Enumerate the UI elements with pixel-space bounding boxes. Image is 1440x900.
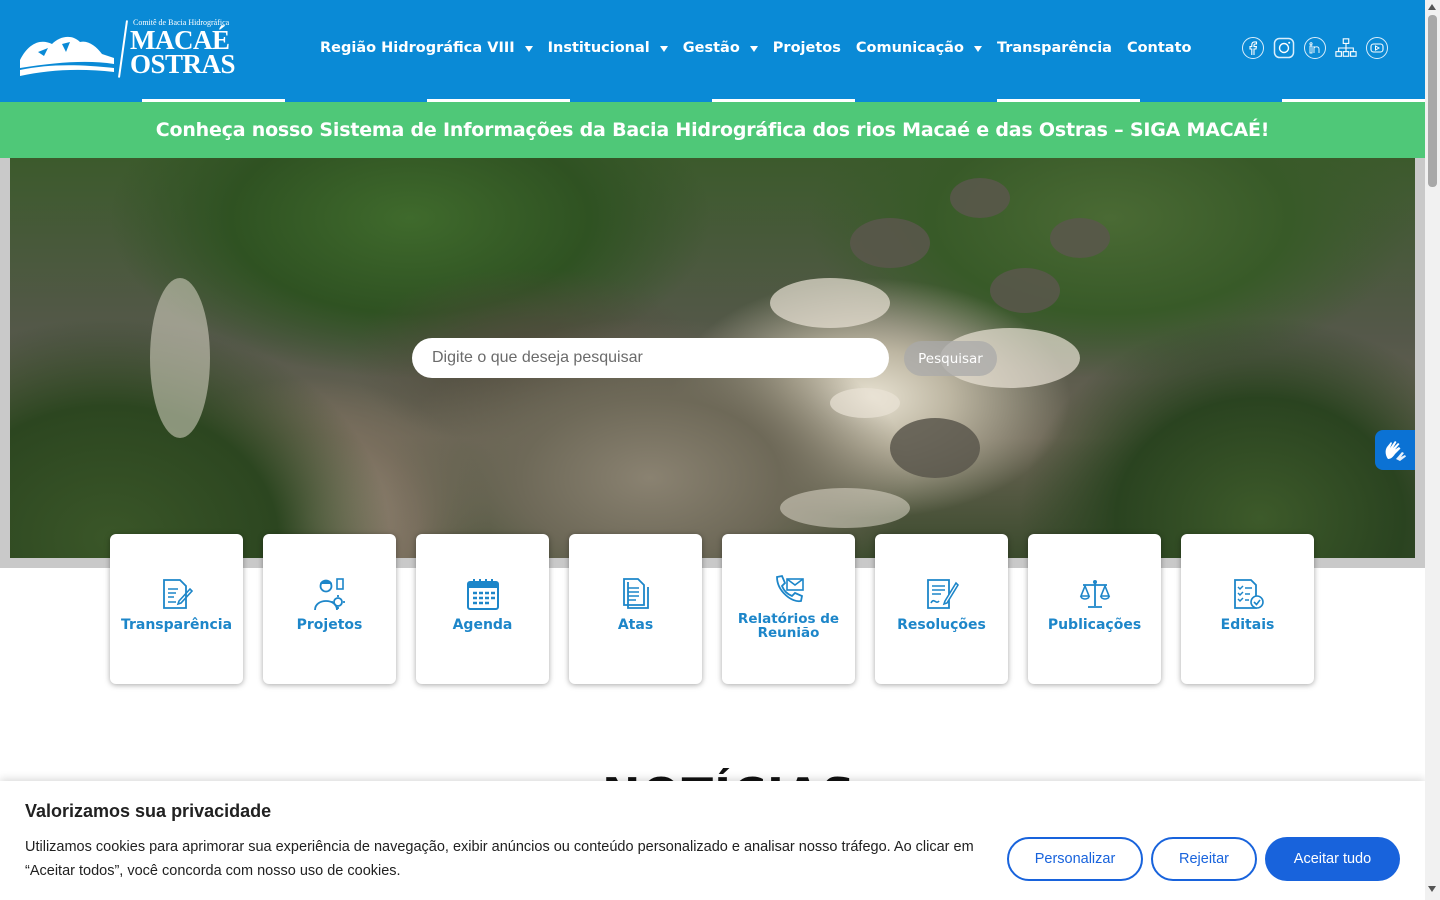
document-pen-icon: [159, 576, 195, 612]
card-label: Resoluções: [897, 617, 986, 633]
siga-banner[interactable]: Conheça nosso Sistema de Informações da …: [0, 102, 1425, 158]
nav-item-gestao[interactable]: Gestão: [683, 36, 758, 60]
nav-item-comunicacao[interactable]: Comunicação: [856, 36, 982, 60]
card-atas[interactable]: Atas: [569, 534, 702, 684]
documents-icon: [618, 576, 654, 612]
card-publicacoes[interactable]: Publicações: [1028, 534, 1161, 684]
site-logo[interactable]: Comitê de Bacia Hidrográfica MACAÉ OSTRA…: [18, 16, 236, 80]
scrollbar-thumb[interactable]: [1428, 15, 1437, 187]
page: Comitê de Bacia Hidrográfica MACAÉ OSTRA…: [0, 0, 1440, 900]
chevron-down-icon: [973, 46, 982, 52]
card-label: Projetos: [296, 617, 363, 633]
scroll-up-arrow-icon[interactable]: [1428, 4, 1436, 10]
page-scrollbar[interactable]: [1425, 0, 1440, 900]
nav-item-label: Gestão: [682, 40, 740, 56]
search-button[interactable]: Pesquisar: [904, 341, 997, 376]
accept-all-button[interactable]: Aceitar tudo: [1265, 837, 1400, 881]
nav-item-contato[interactable]: Contato: [1127, 36, 1192, 60]
cookie-title: Valorizamos sua privacidade: [25, 801, 272, 821]
chevron-down-icon: [659, 46, 668, 52]
facebook-icon[interactable]: [1242, 37, 1264, 59]
cookie-text: Utilizamos cookies para aprimorar sua ex…: [25, 839, 974, 879]
nav-item-projetos[interactable]: Projetos: [773, 36, 841, 60]
nav-item-institucional[interactable]: Institucional: [548, 36, 668, 60]
card-transparencia[interactable]: Transparência: [110, 534, 243, 684]
search-input[interactable]: [432, 349, 862, 367]
card-relatorios[interactable]: Relatórios de Reunião: [722, 534, 855, 684]
nav-item-label: Região Hidrográfica VIII: [320, 40, 515, 56]
nav-item-label: Projetos: [772, 40, 841, 56]
chevron-down-icon: [749, 46, 758, 52]
card-label: Agenda: [452, 617, 513, 633]
nav-item-label: Contato: [1126, 40, 1192, 56]
card-label: Relatórios de Reunião: [737, 611, 840, 641]
nav-item-label: Comunicação: [855, 40, 964, 56]
calendar-icon: [465, 576, 501, 612]
sign-language-icon: [1385, 441, 1406, 461]
vlibras-widget[interactable]: [1375, 430, 1415, 470]
card-label: Publicações: [1047, 617, 1142, 633]
nav-item-regiao[interactable]: Região Hidrográfica VIII: [320, 36, 533, 60]
reject-button[interactable]: Rejeitar: [1151, 837, 1257, 881]
card-editais[interactable]: Editais: [1181, 534, 1314, 684]
card-projetos[interactable]: Projetos: [263, 534, 396, 684]
youtube-icon[interactable]: [1366, 37, 1388, 59]
checklist-icon: [1230, 576, 1266, 612]
customize-button[interactable]: Personalizar: [1007, 837, 1143, 881]
linkedin-icon[interactable]: [1304, 37, 1326, 59]
card-label: Editais: [1220, 617, 1275, 633]
logo-title: MACAÉ OSTRAS: [130, 27, 236, 79]
card-agenda[interactable]: Agenda: [416, 534, 549, 684]
logo-divider: [117, 20, 129, 78]
cookie-consent-banner: Valorizamos sua privacidade Utilizamos c…: [0, 781, 1425, 900]
sitemap-icon[interactable]: [1335, 37, 1357, 59]
scroll-down-arrow-icon[interactable]: [1428, 886, 1436, 892]
nav-item-label: Institucional: [547, 40, 650, 56]
nav-item-transparencia[interactable]: Transparência: [997, 36, 1112, 60]
instagram-icon[interactable]: [1273, 37, 1295, 59]
site-header: Comitê de Bacia Hidrográfica MACAÉ OSTRA…: [0, 0, 1425, 100]
scales-icon: [1077, 576, 1113, 612]
search-box: [412, 338, 889, 378]
chevron-down-icon: [524, 46, 533, 52]
banner-text[interactable]: Conheça nosso Sistema de Informações da …: [156, 119, 1270, 141]
phone-mail-icon: [771, 572, 807, 608]
logo-line-2: OSTRAS: [130, 49, 236, 79]
social-links: [1242, 37, 1388, 59]
signature-icon: [924, 576, 960, 612]
engineer-icon: [312, 576, 348, 612]
card-label: Transparência: [120, 617, 233, 633]
card-label: Atas: [617, 617, 654, 633]
quick-links: Transparência Projetos Agenda Atas Relat…: [110, 534, 1314, 684]
main-nav: Região Hidrográfica VIII Institucional G…: [320, 36, 1207, 60]
mountain-logo-icon: [20, 36, 114, 76]
card-resolucoes[interactable]: Resoluções: [875, 534, 1008, 684]
nav-item-label: Transparência: [996, 40, 1112, 56]
